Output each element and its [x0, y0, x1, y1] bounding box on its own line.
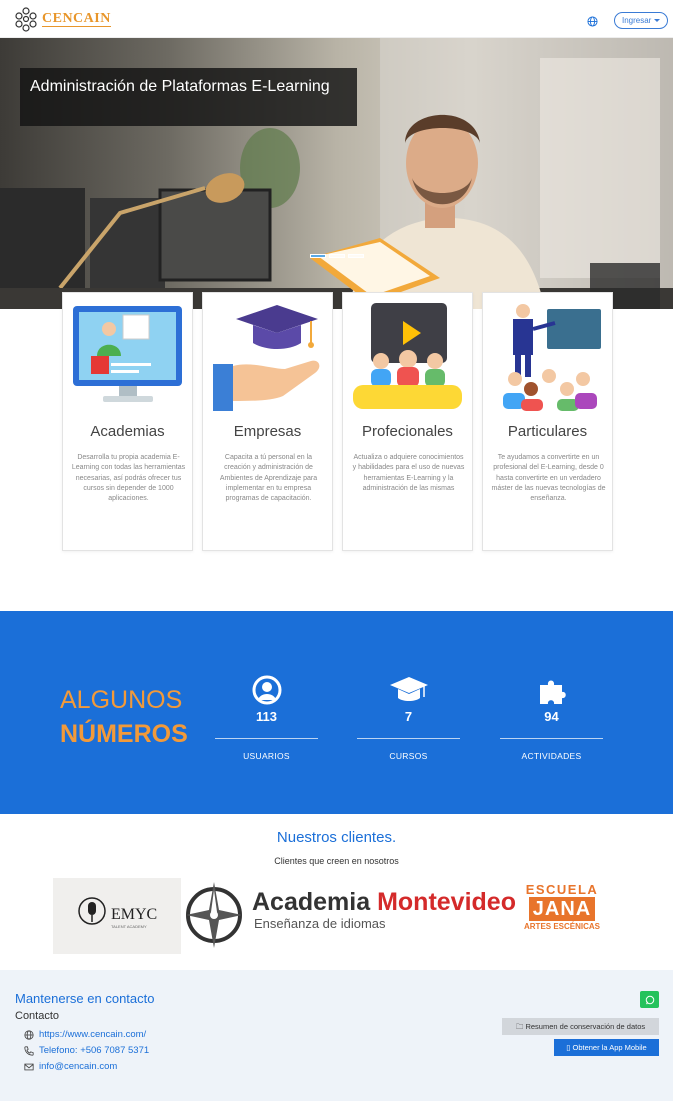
card-description: Actualiza o adquiere conocimientos y hab… [352, 454, 465, 492]
carousel-indicators [310, 254, 364, 258]
user-icon [215, 675, 318, 705]
montevideo-tagline: Enseñanza de idiomas [254, 916, 386, 931]
stat-value: 7 [404, 709, 413, 724]
footer-website[interactable]: https://www.cencain.com/ [24, 1029, 146, 1040]
caret-down-icon [654, 19, 661, 23]
microphone-icon [78, 897, 106, 925]
card-description: Te ayudamos a convertirte en un profesio… [491, 454, 606, 503]
montevideo-name: Academia Montevideo [252, 888, 516, 917]
stat-divider [500, 738, 603, 739]
login-dropdown-button[interactable]: Ingresar [614, 12, 669, 29]
carousel-indicator-2[interactable] [329, 254, 345, 258]
footer-email[interactable]: info@cencain.com [24, 1061, 117, 1072]
phone-icon [24, 1045, 34, 1056]
hero-title: Administración de Plataformas E-Learning [20, 68, 357, 126]
website-link[interactable]: https://www.cencain.com/ [39, 1029, 146, 1040]
graduation-cap-icon [357, 675, 460, 705]
numbers-heading: ALGUNOS NÚMEROS [60, 683, 188, 751]
graduation-hand-icon [213, 305, 320, 411]
montevideo-name-1: Academia [252, 888, 371, 916]
video-audience-icon [353, 303, 462, 409]
stat-cursos: 7 CURSOS [357, 675, 460, 761]
card-academias[interactable]: Academias Desarrolla tu propia academia … [62, 292, 193, 551]
stat-value: 94 [544, 709, 559, 724]
jana-line-1: ESCUELA [525, 882, 599, 897]
clients-title: Nuestros clientes. [276, 829, 397, 846]
card-title: Profecionales [362, 423, 453, 440]
compass-star-icon [186, 882, 242, 948]
molecule-logo-icon [15, 7, 37, 32]
data-retention-label: Resumen de conservación de datos [525, 1022, 646, 1031]
numbers-heading-line-1: ALGUNOS [60, 686, 183, 714]
mobile-app-label: Obtener la App Mobile [572, 1043, 647, 1052]
get-mobile-app-button[interactable]: ▯ Obtener la App Mobile [554, 1039, 659, 1056]
stat-divider [215, 738, 318, 739]
card-title: Academias [90, 423, 165, 440]
montevideo-name-2: Montevideo [377, 888, 516, 916]
hero-carousel: Administración de Plataformas E-Learning [0, 38, 673, 309]
brand-logo[interactable]: CENCAIN [13, 6, 111, 32]
clients-subtitle: Clientes que creen en nosotros [274, 856, 399, 866]
client-logo-jana[interactable]: ESCUELA JANA ARTES ESCÉNICAS [524, 882, 600, 950]
jana-line-3: ARTES ESCÉNICAS [524, 922, 601, 931]
email-link[interactable]: info@cencain.com [39, 1061, 117, 1072]
carousel-indicator-3[interactable] [348, 254, 364, 258]
stat-usuarios: 113 USUARIOS [215, 675, 318, 761]
card-title: Particulares [507, 423, 588, 440]
folder-icon: 🗀 [515, 1022, 524, 1031]
login-label: Ingresar [622, 16, 652, 25]
card-title: Empresas [233, 423, 302, 440]
card-empresas[interactable]: Empresas Capacita a tú personal en la cr… [202, 292, 333, 551]
phone-text[interactable]: Telefono: +506 7087 5371 [39, 1045, 149, 1056]
globe-icon[interactable] [587, 14, 598, 32]
stat-label: ACTIVIDADES [521, 751, 582, 761]
client-logo-emyc[interactable]: EMYC TALENT ACADEMY [53, 878, 181, 954]
stat-label: CURSOS [389, 751, 428, 761]
card-particulares[interactable]: Particulares Te ayudamos a convertirte e… [482, 292, 613, 551]
footer-title: Mantenerse en contacto [15, 991, 155, 1006]
carousel-indicator-1[interactable] [310, 254, 326, 258]
numbers-section: ALGUNOS NÚMEROS 113 USUARIOS 7 CURSOS 94… [0, 611, 673, 814]
footer-contact-label: Contacto [15, 1010, 60, 1022]
whatsapp-icon [645, 995, 654, 1004]
emyc-tagline: TALENT ACADEMY [111, 924, 147, 929]
puzzle-icon [500, 675, 603, 705]
presenter-class-icon [503, 304, 601, 411]
computer-teacher-icon [73, 306, 182, 402]
data-retention-summary-button[interactable]: 🗀 Resumen de conservación de datos [502, 1018, 659, 1035]
envelope-icon [24, 1063, 34, 1070]
card-description: Desarrolla tu propia academia E-Learning… [71, 454, 186, 503]
card-profecionales[interactable]: Profecionales Actualiza o adquiere conoc… [342, 292, 473, 551]
footer-phone[interactable]: Telefono: +506 7087 5371 [24, 1045, 149, 1056]
footer: Mantenerse en contacto Contacto https://… [0, 970, 673, 1101]
brand-name: CENCAIN [42, 11, 111, 27]
whatsapp-button[interactable] [640, 991, 659, 1008]
card-description: Capacita a tú personal en la creación y … [219, 454, 318, 503]
stat-divider [357, 738, 460, 739]
stat-label: USUARIOS [243, 751, 290, 761]
stat-actividades: 94 ACTIVIDADES [500, 675, 603, 761]
jana-line-2: JANA [528, 897, 596, 921]
numbers-heading-line-2: NÚMEROS [60, 720, 188, 748]
globe-icon [24, 1029, 34, 1040]
stat-value: 113 [256, 709, 277, 724]
mobile-phone-icon: ▯ [566, 1043, 571, 1052]
navbar: CENCAIN Ingresar [0, 0, 673, 38]
client-logo-montevideo[interactable]: Academia Montevideo Enseñanza de idiomas [184, 878, 520, 954]
emyc-name: EMYC [111, 906, 158, 923]
